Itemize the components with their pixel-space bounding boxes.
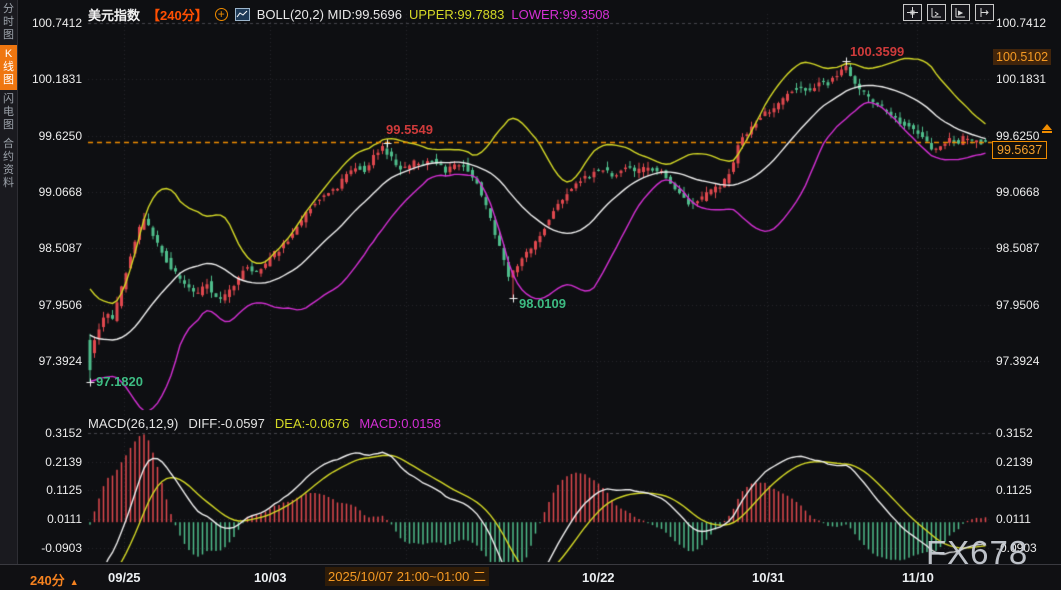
price-axis-tick-right: 0.3152 <box>996 426 1058 440</box>
price-axis-tick-right: 100.7412 <box>996 16 1058 30</box>
macd-params-label: MACD(26,12,9) <box>88 416 178 431</box>
price-axis-tick-left: 97.9506 <box>16 298 82 312</box>
price-axis-tick-right: 0.1125 <box>996 483 1058 497</box>
fx678-watermark-logo: FX678 <box>926 534 1028 572</box>
chart-header: 美元指数 【240分】 + BOLL(20,2) MID:99.5696 UPP… <box>88 5 610 24</box>
candlestick-macd-canvas[interactable] <box>0 0 1061 590</box>
price-axis-tick-left: 0.2139 <box>16 455 82 469</box>
price-axis-tick-right: 100.1831 <box>996 72 1058 86</box>
chart-app-window: 分时图 K线图 闪电图 合约资料 美元指数 【240分】 + BOLL(20,2… <box>0 0 1061 590</box>
pan-to-latest-icon[interactable] <box>975 4 994 21</box>
price-axis-tick-left: 98.5087 <box>16 241 82 255</box>
add-indicator-icon[interactable]: + <box>215 8 228 21</box>
period-tag[interactable]: 【240分】 <box>147 5 208 24</box>
annotation-high: 100.3599 <box>850 44 904 59</box>
macd-dea-value: DEA:-0.0676 <box>275 416 349 431</box>
period-selector[interactable]: 240分▲ <box>30 570 79 589</box>
sidebar-item-timeline[interactable]: 分时图 <box>0 0 17 45</box>
sidebar-item-contract-info[interactable]: 合约资料 <box>0 135 17 193</box>
price-axis-tick-left: 100.1831 <box>16 72 82 86</box>
price-axis-tick-right: 0.0111 <box>996 512 1058 526</box>
macd-header: MACD(26,12,9) DIFF:-0.0597 DEA:-0.0676 M… <box>88 416 441 431</box>
boll-upper-value: UPPER:99.7883 <box>409 7 504 22</box>
price-axis-tick-right: 0.2139 <box>996 455 1058 469</box>
price-axis-tick-left: 99.6250 <box>16 129 82 143</box>
date-label: 09/25 <box>108 570 141 585</box>
price-axis-tick-left: 0.1125 <box>16 483 82 497</box>
chart-toolbar <box>903 4 994 21</box>
left-sidebar: 分时图 K线图 闪电图 合约资料 <box>0 0 18 590</box>
macd-diff-value: DIFF:-0.0597 <box>188 416 265 431</box>
date-label: 10/31 <box>752 570 785 585</box>
price-axis-tick-right: 97.9506 <box>996 298 1058 312</box>
date-label: 11/10 <box>902 570 934 585</box>
scroll-to-latest-icon[interactable] <box>1041 124 1053 135</box>
price-axis-tick-right: 98.5087 <box>996 241 1058 255</box>
symbol-title: 美元指数 <box>88 5 140 24</box>
price-axis-tick-left: 99.0668 <box>16 185 82 199</box>
period-dropdown-arrow-icon: ▲ <box>70 577 79 587</box>
price-axis-tick-right: 99.0668 <box>996 185 1058 199</box>
band-high-label: 100.5102 <box>993 49 1051 65</box>
price-axis-tick-left: 0.3152 <box>16 426 82 440</box>
price-axis-tick-left: 97.3924 <box>16 354 82 368</box>
price-axis-tick-right: 97.3924 <box>996 354 1058 368</box>
current-price-box: 99.5637 <box>992 141 1047 159</box>
sidebar-item-kline[interactable]: K线图 <box>0 45 17 90</box>
price-axis-tick-left: 0.0111 <box>16 512 82 526</box>
boll-lower-value: LOWER:99.3508 <box>511 7 609 22</box>
boll-mid-value: BOLL(20,2) MID:99.5696 <box>257 7 402 22</box>
sidebar-item-flash[interactable]: 闪电图 <box>0 90 17 135</box>
kline-style-icon[interactable] <box>235 8 250 21</box>
crosshair-move-icon[interactable] <box>903 4 922 21</box>
macd-hist-value: MACD:0.0158 <box>359 416 441 431</box>
annotation-swing-low: 98.0109 <box>519 296 566 311</box>
date-label: 10/03 <box>254 570 287 585</box>
date-label: 10/22 <box>582 570 615 585</box>
time-axis-bar: 240分▲ 09/25 10/03 2025/10/07 21:00~01:00… <box>0 564 1061 590</box>
price-axis-tick-left: -0.0903 <box>16 541 82 555</box>
annotation-swing-high: 99.5549 <box>386 122 433 137</box>
annotation-low: 97.1820 <box>96 374 143 389</box>
crosshair-date-label: 2025/10/07 21:00~01:00 二 <box>325 567 489 586</box>
fit-right-axis-icon[interactable] <box>951 4 970 21</box>
price-axis-tick-left: 100.7412 <box>16 16 82 30</box>
fit-left-axis-icon[interactable] <box>927 4 946 21</box>
